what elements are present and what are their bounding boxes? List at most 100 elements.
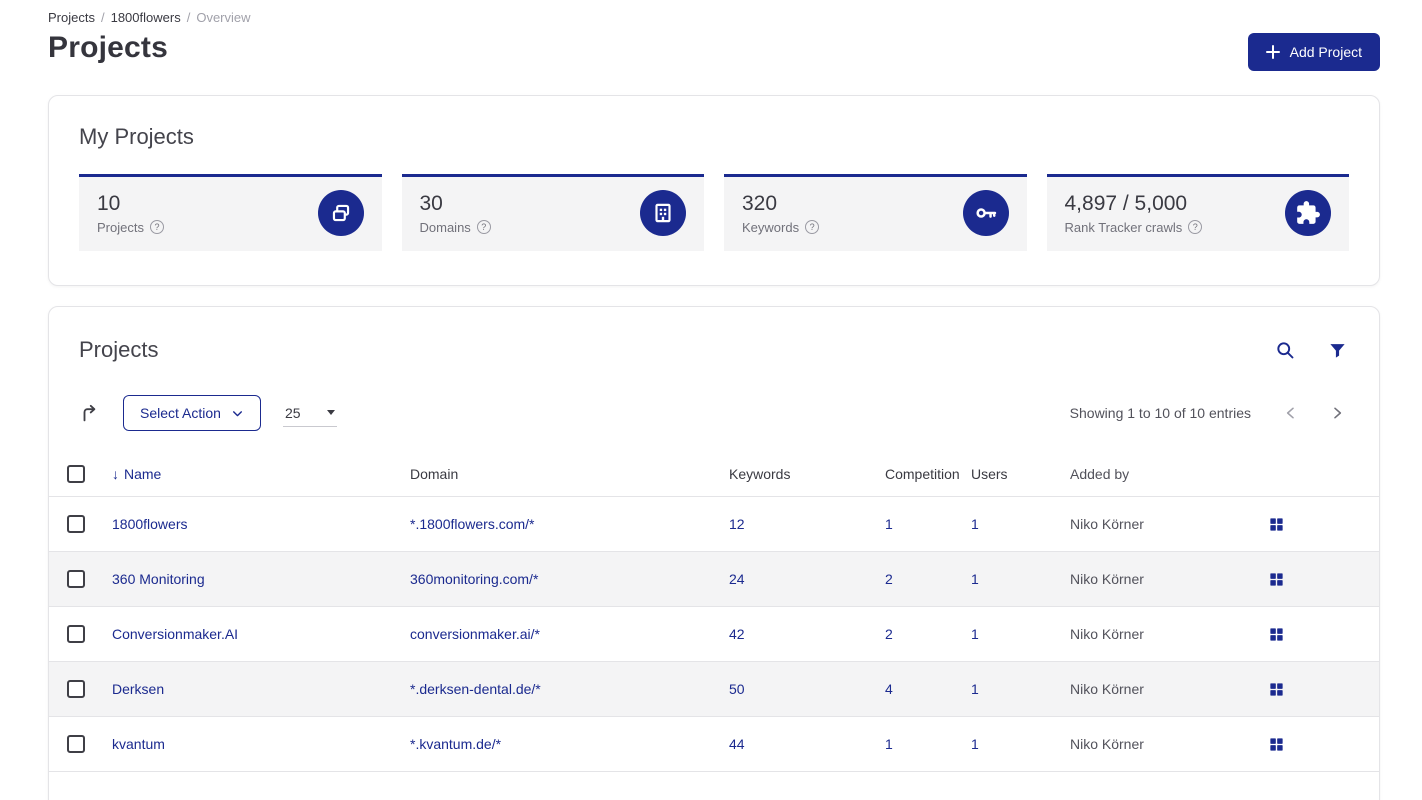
added-by-label: Niko Körner: [1070, 681, 1144, 697]
stat-projects-value: 10: [97, 191, 121, 215]
crawls-icon: [1285, 190, 1331, 236]
select-action-button[interactable]: Select Action: [123, 395, 261, 431]
row-checkbox[interactable]: [67, 680, 85, 698]
page-size-value: 25: [284, 404, 301, 421]
project-name-link[interactable]: Derksen: [112, 681, 410, 697]
grid-actions-icon[interactable]: [1269, 682, 1284, 697]
keywords-icon: [962, 190, 1009, 236]
stat-domains-label: Domains: [419, 219, 471, 235]
table-row: kvantum *.kvantum.de/* 44 1 1 Niko Körne…: [49, 717, 1379, 772]
breadcrumb-separator: /: [186, 10, 191, 25]
stat-projects-label: Projects: [97, 219, 144, 235]
projects-table-card: Projects Select Action 25 Showing 1 to 1…: [48, 306, 1380, 800]
project-users-link[interactable]: 1: [971, 516, 1070, 532]
page-header: Projects Add Project: [48, 31, 1380, 71]
project-keywords-link[interactable]: 24: [729, 571, 885, 587]
project-name-link[interactable]: 1800flowers: [112, 516, 410, 532]
select-all-checkbox[interactable]: [67, 464, 85, 483]
breadcrumb-overview: Overview: [196, 10, 251, 25]
chevron-down-icon: [232, 410, 242, 416]
column-header-added-by[interactable]: Added by: [1070, 466, 1269, 482]
project-competition-link[interactable]: 2: [885, 571, 971, 587]
row-checkbox[interactable]: [67, 570, 85, 588]
stat-domains-value: 30: [419, 191, 443, 215]
export-icon[interactable]: [79, 402, 101, 424]
added-by-label: Niko Körner: [1070, 571, 1144, 587]
project-users-link[interactable]: 1: [971, 626, 1070, 642]
project-keywords-link[interactable]: 42: [729, 626, 885, 642]
project-keywords-link[interactable]: 12: [729, 516, 885, 532]
projects-table-title: Projects: [79, 337, 159, 362]
help-icon[interactable]: ?: [476, 220, 491, 234]
help-icon[interactable]: ?: [1188, 220, 1203, 234]
grid-actions-icon[interactable]: [1269, 737, 1284, 752]
project-users-link[interactable]: 1: [971, 681, 1070, 697]
table-header-row: ↓ Name Domain Keywords Competition Users…: [49, 451, 1379, 497]
sort-desc-icon: ↓: [112, 465, 119, 482]
project-domain-link[interactable]: *.1800flowers.com/*: [410, 516, 729, 532]
added-by-label: Niko Körner: [1070, 516, 1144, 532]
project-keywords-link[interactable]: 50: [729, 681, 885, 697]
column-header-domain[interactable]: Domain: [410, 466, 729, 482]
project-domain-link[interactable]: *.derksen-dental.de/*: [410, 681, 729, 697]
table-toolbar: Select Action 25 Showing 1 to 10 of 10 e…: [49, 369, 1379, 451]
row-checkbox[interactable]: [67, 515, 85, 533]
chevron-left-icon[interactable]: [1283, 405, 1299, 421]
stat-crawls-value: 4,897 / 5,000: [1064, 191, 1188, 215]
column-header-keywords[interactable]: Keywords: [729, 466, 885, 482]
add-project-button[interactable]: Add Project: [1247, 33, 1380, 71]
help-icon[interactable]: ?: [805, 220, 820, 234]
table-row: 360 Monitoring 360monitoring.com/* 24 2 …: [49, 552, 1379, 607]
table-card-header: Projects: [49, 307, 1379, 369]
project-name-link[interactable]: kvantum: [112, 736, 410, 752]
my-projects-title: My Projects: [79, 124, 194, 149]
project-name-link[interactable]: Conversionmaker.AI: [112, 626, 410, 642]
added-by-label: Niko Körner: [1070, 736, 1144, 752]
stat-keywords-label: Keywords: [742, 219, 800, 235]
row-checkbox[interactable]: [67, 735, 85, 753]
breadcrumb-projects[interactable]: Projects: [48, 10, 95, 25]
breadcrumb: Projects / 1800flowers / Overview: [48, 10, 1380, 25]
my-projects-card: My Projects 10 Projects ? 30 Domains ? 3…: [48, 95, 1380, 286]
grid-actions-icon[interactable]: [1269, 627, 1284, 642]
project-domain-link[interactable]: 360monitoring.com/*: [410, 571, 729, 587]
column-header-competition[interactable]: Competition: [885, 466, 971, 482]
column-header-users[interactable]: Users: [971, 466, 1070, 482]
stat-crawls-label: Rank Tracker crawls: [1064, 219, 1183, 235]
breadcrumb-1800flowers[interactable]: 1800flowers: [111, 10, 181, 25]
filter-icon[interactable]: [1328, 341, 1347, 360]
search-icon[interactable]: [1275, 340, 1296, 361]
page-size-select[interactable]: 25: [282, 399, 337, 427]
grid-actions-icon[interactable]: [1269, 572, 1284, 587]
project-competition-link[interactable]: 2: [885, 626, 971, 642]
stats-row: 10 Projects ? 30 Domains ? 320 Keywords …: [79, 174, 1349, 251]
caret-down-icon: [326, 410, 335, 415]
column-header-name[interactable]: ↓ Name: [112, 466, 410, 482]
chevron-right-icon[interactable]: [1329, 405, 1345, 421]
project-domain-link[interactable]: conversionmaker.ai/*: [410, 626, 729, 642]
project-name-link[interactable]: 360 Monitoring: [112, 571, 410, 587]
project-competition-link[interactable]: 4: [885, 681, 971, 697]
project-users-link[interactable]: 1: [971, 736, 1070, 752]
projects-icon: [317, 190, 364, 236]
row-checkbox[interactable]: [67, 625, 85, 643]
plus-icon: [1265, 45, 1280, 59]
project-competition-link[interactable]: 1: [885, 736, 971, 752]
breadcrumb-separator: /: [100, 10, 105, 25]
add-project-label: Add Project: [1289, 44, 1362, 60]
stat-keywords-value: 320: [742, 191, 778, 215]
stat-projects: 10 Projects ?: [79, 174, 382, 251]
project-competition-link[interactable]: 1: [885, 516, 971, 532]
stat-domains: 30 Domains ?: [401, 174, 704, 251]
pagination-status: Showing 1 to 10 of 10 entries: [1069, 405, 1251, 421]
help-icon[interactable]: ?: [149, 220, 164, 234]
project-domain-link[interactable]: *.kvantum.de/*: [410, 736, 729, 752]
project-users-link[interactable]: 1: [971, 571, 1070, 587]
table-row: 1800flowers *.1800flowers.com/* 12 1 1 N…: [49, 497, 1379, 552]
table-row: Derksen *.derksen-dental.de/* 50 4 1 Nik…: [49, 662, 1379, 717]
project-keywords-link[interactable]: 44: [729, 736, 885, 752]
domains-icon: [640, 190, 686, 236]
grid-actions-icon[interactable]: [1269, 517, 1284, 532]
select-action-label: Select Action: [140, 405, 221, 421]
page-title: Projects: [48, 31, 168, 64]
